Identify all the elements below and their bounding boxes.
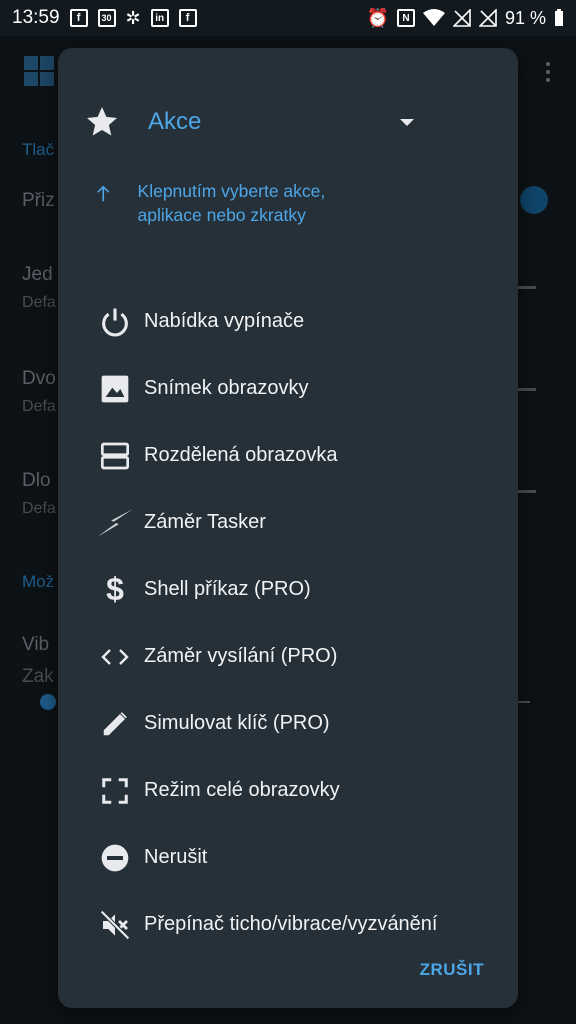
code-icon: [96, 638, 134, 676]
hint: Klepnutím vyberte akce, aplikace nebo zk…: [96, 180, 356, 227]
battery-icon: [555, 9, 563, 26]
pencil-icon: [96, 705, 134, 743]
list-item[interactable]: Simulovat klíč (PRO): [96, 690, 516, 757]
clock: 13:59: [12, 7, 60, 28]
signal-off-icon: [478, 9, 497, 27]
list-item[interactable]: Rozdělená obrazovka: [96, 422, 516, 489]
power-icon: [96, 303, 134, 341]
list-item-label: Záměr vysílání (PRO): [144, 645, 338, 667]
tasker-bolt-icon: [96, 504, 134, 542]
linkedin-icon: in: [150, 9, 169, 27]
list-item-label: Nerušit: [144, 846, 208, 868]
split-screen-icon: [96, 437, 134, 475]
dollar-icon: $: [106, 571, 124, 607]
list-item[interactable]: Záměr Tasker: [96, 489, 516, 556]
list-item-label: Snímek obrazovky: [144, 377, 309, 399]
do-not-disturb-icon: [96, 839, 134, 877]
list-item-label: Režim celé obrazovky: [144, 779, 340, 801]
list-item-label: Nabídka vypínače: [144, 310, 305, 332]
action-picker-dialog: Akce Klepnutím vyberte akce, aplikace ne…: [58, 48, 518, 1008]
wifi-icon: [422, 9, 445, 26]
battery-text: 91 %: [504, 7, 546, 28]
facebook-icon: f: [178, 9, 197, 27]
list-item-label: Simulovat klíč (PRO): [144, 712, 330, 734]
list-item[interactable]: $ Shell příkaz (PRO): [96, 556, 516, 623]
alarm-icon: ⏰: [366, 7, 389, 28]
hint-text: Klepnutím vyberte akce, aplikace nebo zk…: [137, 181, 326, 225]
action-list: Nabídka vypínače Snímek obrazovky Rozděl…: [96, 288, 516, 958]
fullscreen-icon: [96, 772, 134, 810]
chevron-down-icon: [400, 118, 414, 126]
nfc-icon: N: [396, 9, 415, 27]
calendar-icon: 30: [97, 9, 116, 27]
dropdown-label: Akce: [148, 108, 202, 135]
facebook-icon: f: [69, 9, 88, 27]
list-item[interactable]: Nerušit: [96, 824, 516, 891]
mute-icon: [96, 906, 134, 944]
action-type-dropdown[interactable]: Akce: [84, 102, 414, 142]
status-bar: 13:59 f 30 ✲ in f ⏰ N 91 %: [0, 0, 576, 36]
image-icon: [96, 370, 134, 408]
list-item[interactable]: Režim celé obrazovky: [96, 757, 516, 824]
slack-icon: ✲: [125, 7, 141, 28]
list-item-label: Shell příkaz (PRO): [144, 578, 311, 600]
list-item[interactable]: Záměr vysílání (PRO): [96, 623, 516, 690]
cancel-button[interactable]: ZRUŠIT: [420, 960, 484, 980]
list-item[interactable]: Snímek obrazovky: [96, 355, 516, 422]
star-icon: [87, 107, 117, 136]
list-item-label: Přepínač ticho/vibrace/vyzvánění: [144, 913, 438, 935]
list-item-label: Záměr Tasker: [144, 511, 266, 533]
list-item-label: Rozdělená obrazovka: [144, 444, 338, 466]
list-item[interactable]: Nabídka vypínače: [96, 288, 516, 355]
arrow-up-icon: [97, 185, 110, 202]
signal-off-icon: [452, 9, 471, 27]
